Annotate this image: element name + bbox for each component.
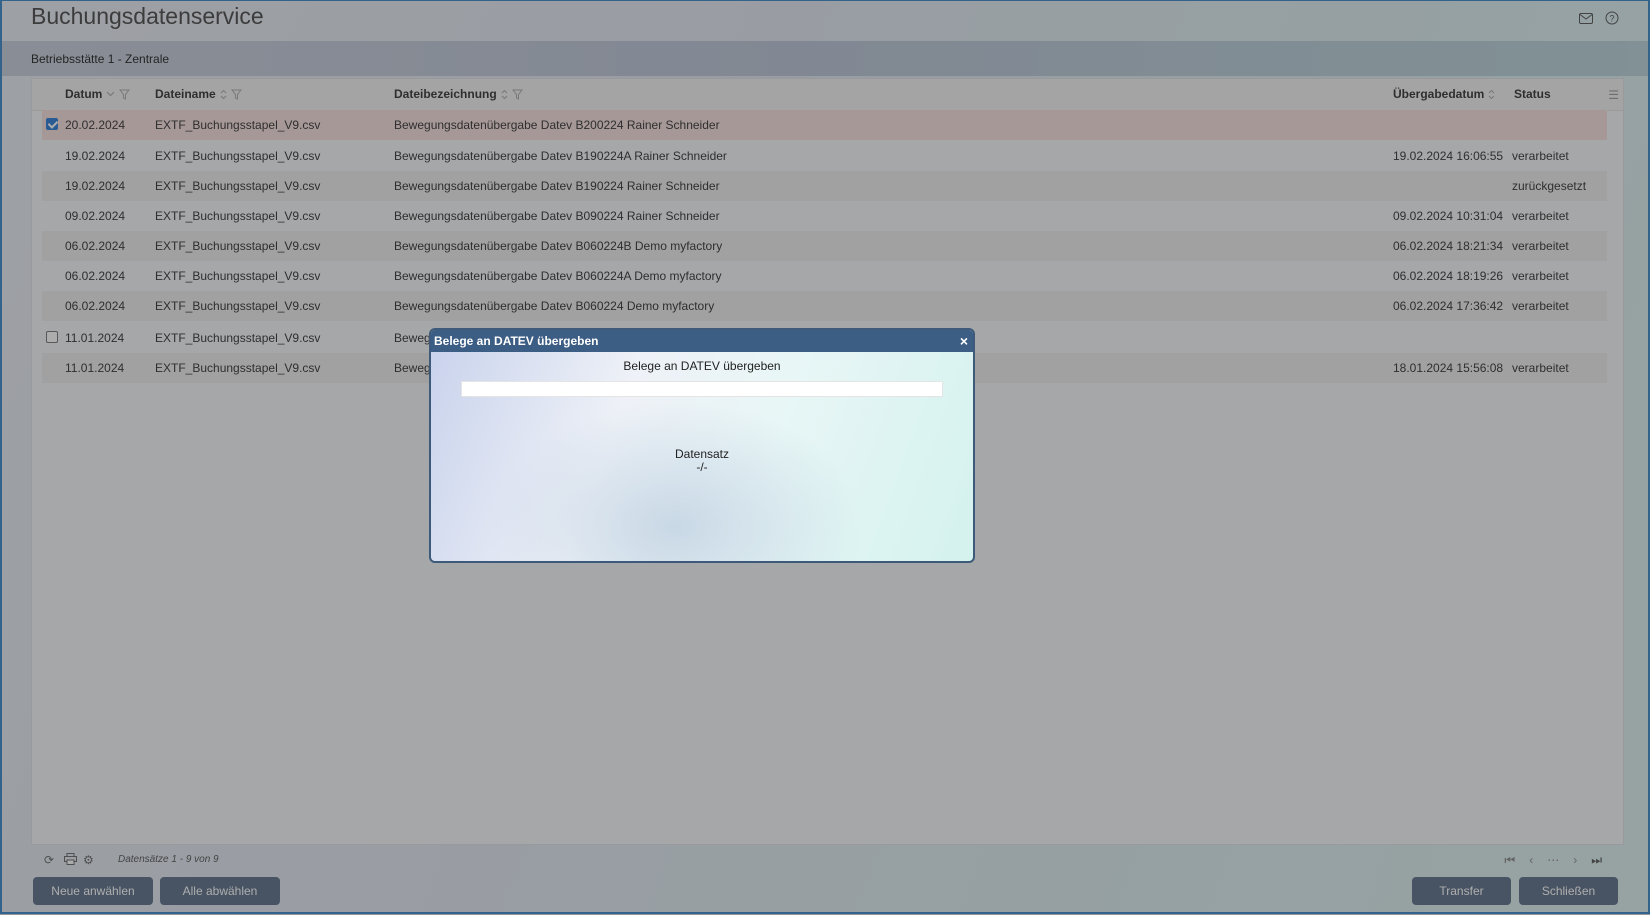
progress-bar bbox=[461, 381, 943, 397]
transfer-dialog: Belege an DATEV übergeben × Belege an DA… bbox=[429, 328, 975, 563]
record-status: Datensatz -/- bbox=[431, 448, 973, 474]
close-icon[interactable]: × bbox=[960, 333, 968, 349]
record-value: -/- bbox=[696, 460, 708, 474]
dialog-subtitle: Belege an DATEV übergeben bbox=[623, 359, 781, 373]
dialog-title: Belege an DATEV übergeben bbox=[434, 334, 599, 348]
dialog-titlebar: Belege an DATEV übergeben × bbox=[431, 330, 973, 352]
